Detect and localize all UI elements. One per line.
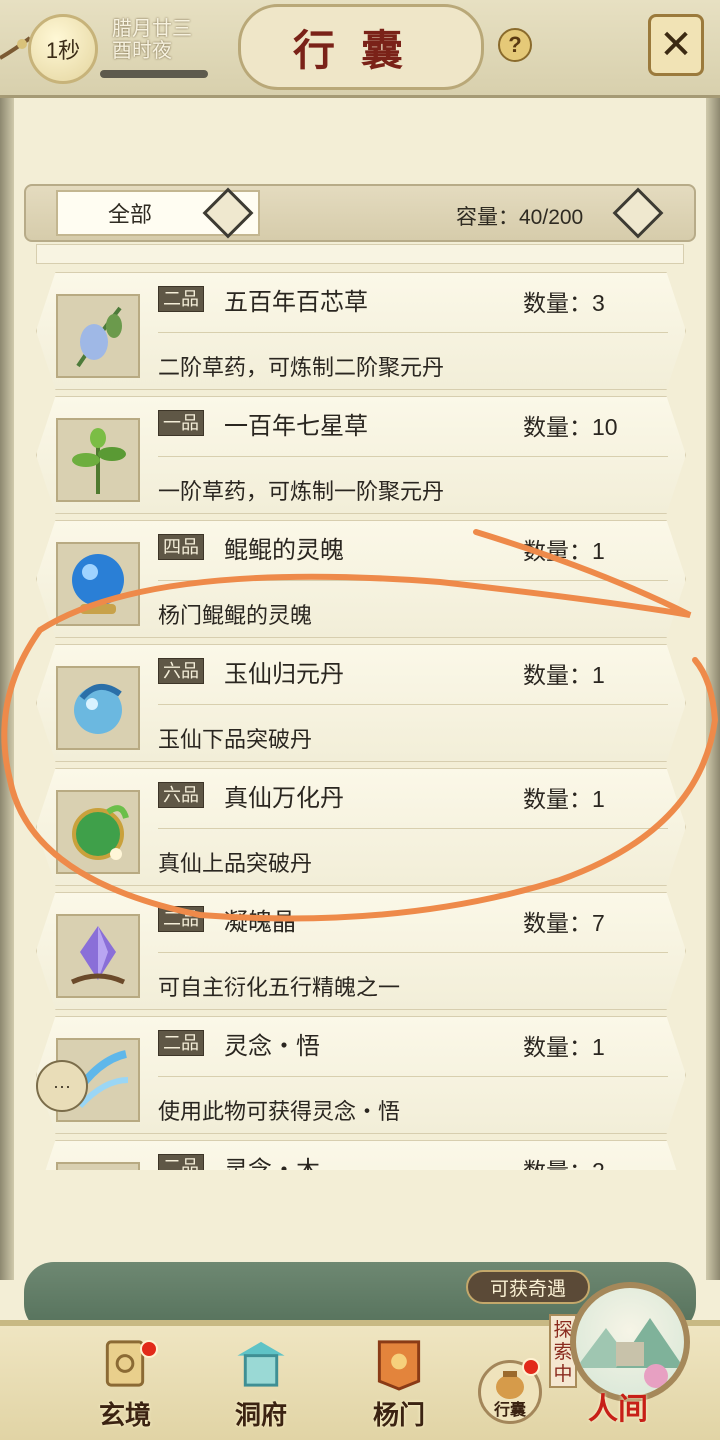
green-pill-icon	[56, 790, 140, 874]
blue-orb-icon	[56, 542, 140, 626]
divider	[158, 952, 668, 953]
item-name: 玉仙归元丹	[224, 661, 344, 688]
chat-icon: ···	[53, 1075, 71, 1096]
list-item[interactable]: 二品 灵念・悟 数量：1 使用此物可获得灵念・悟	[30, 1016, 690, 1134]
nav-yangmen[interactable]: 杨门	[344, 1336, 454, 1432]
item-quantity: 数量：10	[523, 414, 618, 440]
list-item[interactable]: 六品 真仙万化丹 数量：1 真仙上品突破丹	[30, 768, 690, 886]
nav-xingnang-label: 行囊	[494, 1402, 527, 1419]
grade-badge: 二品	[158, 1030, 204, 1056]
grade-badge: 六品	[158, 658, 204, 684]
blue-pill-icon	[56, 666, 140, 750]
divider	[158, 1076, 668, 1077]
close-icon: ✕	[659, 23, 693, 67]
category-label: 全部	[108, 202, 153, 227]
item-name: 五百年百芯草	[224, 289, 368, 316]
grade-badge: 一品	[158, 410, 204, 436]
list-item[interactable]: 六品 玉仙归元丹 数量：1 玉仙下品突破丹	[30, 644, 690, 762]
banner-icon	[377, 1340, 421, 1391]
purple-crystal-icon	[56, 914, 140, 998]
capacity-label: 容量：40/200	[456, 206, 584, 229]
item-quantity: 数量：1	[523, 786, 605, 812]
nav-dongfu-label: 洞府	[234, 1401, 287, 1431]
green-herb-icon	[56, 418, 140, 502]
item-name: 灵念・悟	[224, 1033, 320, 1060]
item-name: 凝魄晶	[224, 909, 296, 936]
item-description: 可自主衍化五行精魄之一	[158, 975, 401, 1000]
divider	[158, 580, 668, 581]
landscape-icon	[576, 1318, 684, 1388]
item-name: 真仙万化丹	[224, 785, 344, 812]
item-quantity: 数量：2	[523, 1152, 605, 1170]
list-item[interactable]: 二品 灵念・木 数量：2	[30, 1140, 690, 1170]
game-date: 腊月廿三 酉时夜	[112, 18, 192, 62]
time-badge[interactable]: 1秒	[28, 14, 98, 84]
grade-badge: 四品	[158, 534, 204, 560]
item-description: 玉仙下品突破丹	[158, 727, 313, 752]
date-line-1: 腊月廿三	[112, 18, 192, 40]
item-name: 灵念・木	[224, 1150, 320, 1170]
item-name: 鲲鲲的灵魄	[224, 537, 344, 564]
divider	[158, 828, 668, 829]
list-item[interactable]: 二品 凝魄晶 数量：7 可自主衍化五行精魄之一	[30, 892, 690, 1010]
blue-wind-icon	[56, 1162, 140, 1170]
time-progress-bar	[100, 70, 208, 78]
nav-renjian-label: 人间	[588, 1392, 648, 1427]
help-button[interactable]: ?	[498, 28, 532, 62]
item-description: 一阶草药，可炼制一阶聚元丹	[158, 479, 445, 504]
grade-badge: 二品	[158, 906, 204, 932]
time-badge-text: 1秒	[45, 38, 81, 63]
list-item[interactable]: 四品 鲲鲲的灵魄 数量：1 杨门鲲鲲的灵魄	[30, 520, 690, 638]
item-quantity: 数量：3	[523, 290, 605, 316]
nav-xuanjing[interactable]: 玄境	[70, 1336, 180, 1432]
item-description: 使用此物可获得灵念・悟	[158, 1099, 401, 1124]
nav-yangmen-label: 杨门	[372, 1401, 425, 1431]
divider	[158, 332, 668, 333]
chat-button[interactable]: ···	[36, 1060, 88, 1112]
grade-badge: 二品	[158, 286, 204, 312]
adventure-pill[interactable]: 可获奇遇	[466, 1270, 590, 1304]
divider	[158, 456, 668, 457]
notification-dot	[140, 1340, 158, 1358]
item-quantity: 数量：1	[523, 538, 605, 564]
list-item[interactable]: 一品 一百年七星草 数量：10 一阶草药，可炼制一阶聚元丹	[30, 396, 690, 514]
item-name: 一百年七星草	[224, 413, 368, 440]
pavilion-icon	[237, 1341, 285, 1387]
item-list[interactable]: 二品 五百年百芯草 数量：3 二阶草药，可炼制二阶聚元丹 一品 一百年七星草 数…	[30, 252, 690, 1170]
divider	[158, 704, 668, 705]
item-quantity: 数量：7	[523, 910, 605, 936]
page-title: 行囊	[238, 4, 484, 90]
item-quantity: 数量：1	[523, 1034, 605, 1060]
list-item[interactable]: 二品 五百年百芯草 数量：3 二阶草药，可炼制二阶聚元丹	[30, 272, 690, 390]
close-button[interactable]: ✕	[648, 14, 704, 76]
notification-dot	[522, 1358, 540, 1376]
grade-badge: 六品	[158, 782, 204, 808]
date-line-2: 酉时夜	[112, 40, 172, 62]
item-description: 杨门鲲鲲的灵魄	[158, 603, 313, 628]
item-description: 真仙上品突破丹	[158, 851, 313, 876]
grade-badge: 二品	[158, 1154, 204, 1170]
nav-xuanjing-label: 玄境	[98, 1401, 151, 1431]
blue-flower-herb-icon	[56, 294, 140, 378]
right-border	[706, 90, 720, 1280]
item-quantity: 数量：1	[523, 662, 605, 688]
header: 1秒 腊月廿三 酉时夜 行囊 ? ✕	[0, 0, 720, 98]
nav-dongfu[interactable]: 洞府	[206, 1336, 316, 1432]
item-description: 二阶草药，可炼制二阶聚元丹	[158, 355, 445, 380]
left-border	[0, 90, 14, 1280]
